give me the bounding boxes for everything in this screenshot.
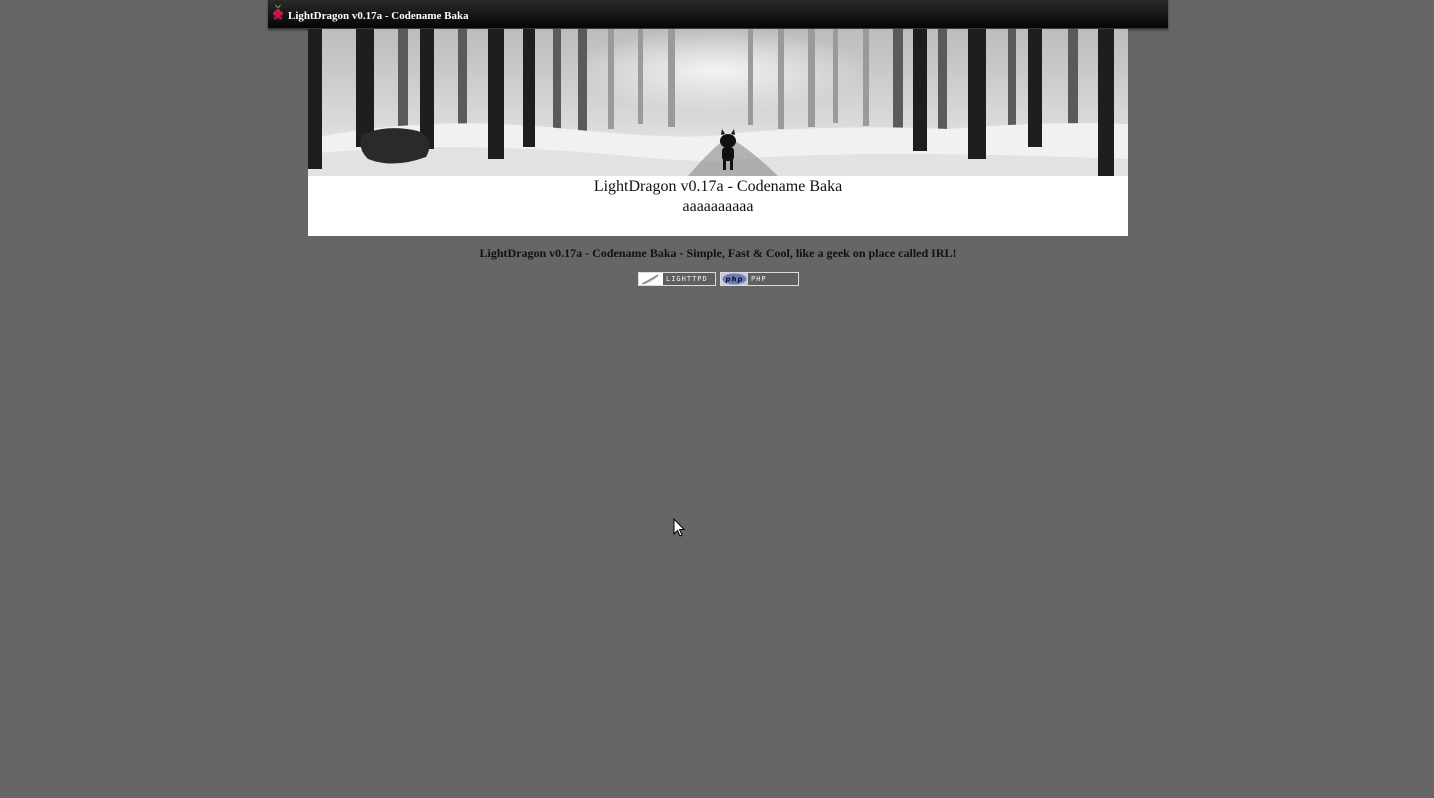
page-heading: LightDragon v0.17a - Codename Baka xyxy=(593,178,843,195)
lighttpd-badge[interactable]: LIGHTTPD xyxy=(638,272,716,286)
php-badge-label: PHP xyxy=(751,275,767,283)
content-panel: LightDragon v0.17a - Codename Baka aaaaa… xyxy=(308,29,1128,236)
footer-text: LightDragon v0.17a - Codename Baka - Sim… xyxy=(479,246,957,260)
raspberry-pi-icon xyxy=(273,4,283,20)
mouse-cursor-icon xyxy=(673,518,685,537)
feather-icon xyxy=(639,273,663,285)
lighttpd-badge-label: LIGHTTPD xyxy=(666,275,708,283)
php-badge[interactable]: php PHP xyxy=(720,272,799,286)
php-logo-icon: php xyxy=(721,273,748,285)
svg-text:php: php xyxy=(724,276,743,284)
page-subheading: aaaaaaaaaa xyxy=(682,198,754,215)
site-title: LightDragon v0.17a - Codename Baka xyxy=(288,10,469,22)
top-bar: LightDragon v0.17a - Codename Baka xyxy=(268,0,1168,29)
banner-image xyxy=(308,29,1128,176)
